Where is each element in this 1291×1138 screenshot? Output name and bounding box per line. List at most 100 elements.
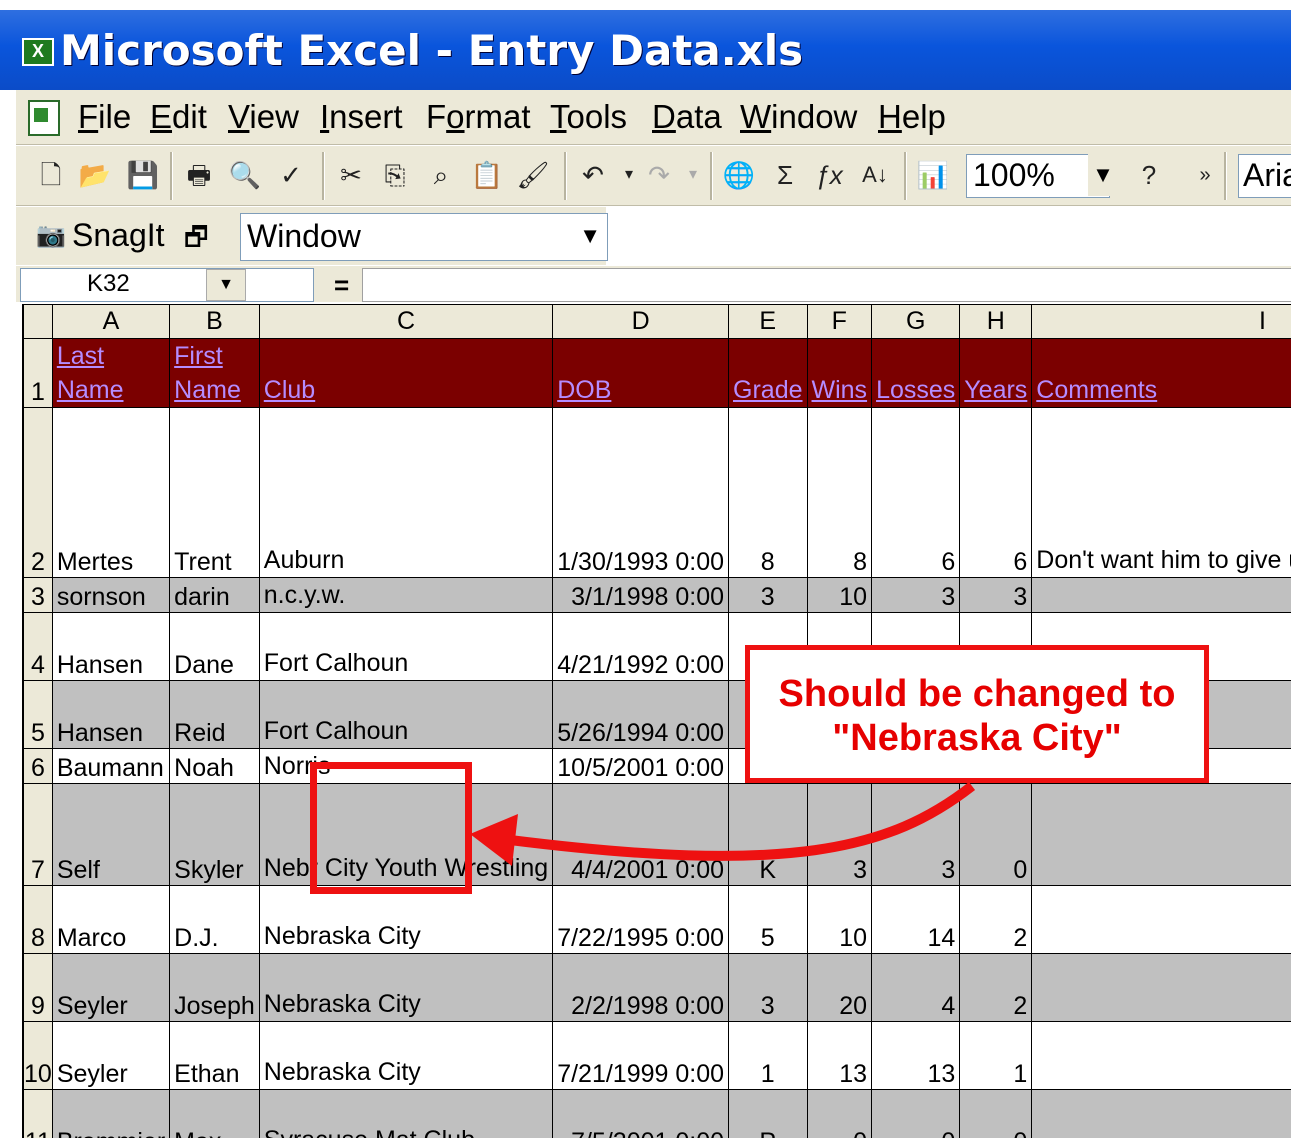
row-header[interactable]: 5 [23,680,53,749]
cell-b3[interactable]: darin [169,577,260,613]
header-cell[interactable]: DOB [552,338,730,408]
header-cell[interactable]: Last Name [51,338,171,408]
row-header[interactable]: 8 [23,885,53,954]
cell-c5[interactable]: Fort Calhoun [258,680,554,749]
cell-e9[interactable]: 3 [728,953,808,1022]
cell-d9[interactable]: 2/2/1998 0:00 [552,953,730,1022]
cell-a5[interactable]: Hansen [51,680,171,749]
cell-i2[interactable]: Don't want him to give up more than 5lbs [1031,407,1291,578]
row-header[interactable]: 9 [23,953,53,1022]
cell-d4[interactable]: 4/21/1992 0:00 [552,612,730,681]
name-box[interactable]: K32 [20,268,314,302]
header-cell[interactable]: Grade [728,338,808,408]
chevron-down-icon[interactable]: ▼ [1088,154,1118,196]
cell-h2[interactable]: 6 [959,407,1033,578]
paste-icon[interactable]: 📋 [470,158,504,192]
camera-icon[interactable]: 📷 [36,221,66,250]
cell-b10[interactable]: Ethan [169,1021,260,1090]
menu-view[interactable]: View [228,98,299,136]
format-painter-icon[interactable]: 🖌 [516,158,550,192]
cell-d11[interactable]: 7/5/2001 0:00 [552,1089,730,1138]
undo-icon[interactable]: ↶ [576,158,610,192]
toolbar-options-icon[interactable]: » [1188,158,1222,192]
cell-g10[interactable]: 13 [871,1021,961,1090]
cell-h3[interactable]: 3 [959,577,1033,613]
properties-icon[interactable]: 🗗 [184,219,208,263]
header-cell[interactable]: Wins [806,338,873,408]
header-cell[interactable]: Comments [1031,338,1291,408]
cell-g9[interactable]: 4 [871,953,961,1022]
save-icon[interactable]: 💾 [126,158,160,192]
sort-ascending-icon[interactable]: A↓ [858,158,892,192]
cell-b9[interactable]: Joseph [169,953,260,1022]
cell-a10[interactable]: Seyler [51,1021,171,1090]
redo-dropdown-icon[interactable]: ▾ [676,158,710,192]
cell-c3[interactable]: n.c.y.w. [258,577,554,613]
cell-c4[interactable]: Fort Calhoun [258,612,554,681]
column-header-c[interactable]: C [258,304,554,339]
undo-dropdown-icon[interactable]: ▾ [612,158,646,192]
cell-f11[interactable]: 0 [806,1089,873,1138]
menu-tools[interactable]: Tools [550,98,627,136]
header-cell[interactable]: First Name [169,338,260,408]
autosum-icon[interactable]: Σ [768,158,802,192]
menu-help[interactable]: Help [878,98,946,136]
row-header[interactable]: 10 [23,1021,53,1090]
cell-i8[interactable] [1031,885,1291,954]
column-header-e[interactable]: E [728,304,808,339]
function-icon[interactable]: ƒx [812,158,846,192]
formula-input[interactable] [362,268,1291,302]
cell-h9[interactable]: 2 [959,953,1033,1022]
row-header[interactable]: 4 [23,612,53,681]
cell-a2[interactable]: Mertes [51,407,171,578]
cell-a9[interactable]: Seyler [51,953,171,1022]
cell-g3[interactable]: 3 [871,577,961,613]
menu-edit[interactable]: Edit [150,98,207,136]
chevron-down-icon[interactable]: ▼ [206,269,246,301]
column-header-i[interactable]: I [1031,304,1291,339]
redo-icon[interactable]: ↷ [642,158,676,192]
workbook-icon[interactable] [28,100,60,136]
cut-icon[interactable]: ✂ [334,158,368,192]
cell-a7[interactable]: Self [51,783,171,886]
print-preview-icon[interactable]: 🔍 [228,158,262,192]
open-icon[interactable]: 📂 [78,158,112,192]
spelling-icon[interactable]: ✓ [274,158,308,192]
cell-g2[interactable]: 6 [871,407,961,578]
cell-f2[interactable]: 8 [806,407,873,578]
row-header[interactable]: 6 [23,748,53,784]
cell-d10[interactable]: 7/21/1999 0:00 [552,1021,730,1090]
cell-h11[interactable]: 0 [959,1089,1033,1138]
cell-c10[interactable]: Nebraska City [258,1021,554,1090]
cell-c11[interactable]: Syracuse Mat Club [258,1089,554,1138]
cell-d2[interactable]: 1/30/1993 0:00 [552,407,730,578]
new-icon[interactable]: 🗋 [34,158,68,192]
row-header[interactable]: 2 [23,407,53,578]
menu-insert[interactable]: Insert [320,98,403,136]
cell-e11[interactable]: P [728,1089,808,1138]
cell-d5[interactable]: 5/26/1994 0:00 [552,680,730,749]
header-cell[interactable]: Losses [871,338,961,408]
row-header[interactable]: 11 [23,1089,53,1138]
column-header-d[interactable]: D [552,304,730,339]
header-cell[interactable]: Years [959,338,1033,408]
menu-data[interactable]: Data [652,98,722,136]
header-cell[interactable]: Club [258,338,554,408]
cell-i10[interactable] [1031,1021,1291,1090]
column-header-f[interactable]: F [806,304,873,339]
cell-b2[interactable]: Trent [169,407,260,578]
row-header[interactable]: 1 [23,338,53,408]
cell-i11[interactable] [1031,1089,1291,1138]
cell-f9[interactable]: 20 [806,953,873,1022]
cell-e10[interactable]: 1 [728,1021,808,1090]
row-header[interactable]: 7 [23,783,53,886]
hyperlink-icon[interactable]: 🌐 [722,158,756,192]
column-header-b[interactable]: B [169,304,260,339]
cell-b4[interactable]: Dane [169,612,260,681]
formula-equals[interactable]: = [334,270,349,301]
cell-a4[interactable]: Hansen [51,612,171,681]
cell-b6[interactable]: Noah [169,748,260,784]
menu-file[interactable]: File [78,98,131,136]
print-icon[interactable]: 🖶 [182,158,216,192]
cell-i7[interactable] [1031,783,1291,886]
